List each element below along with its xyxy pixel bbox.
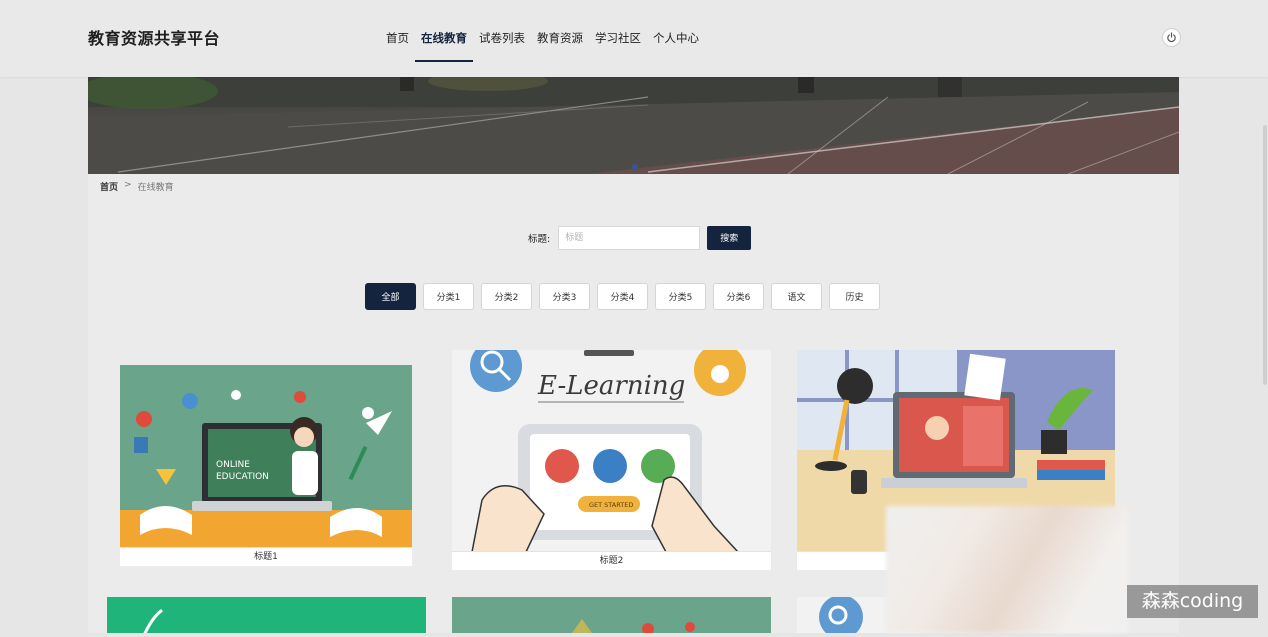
category-6[interactable]: 分类6 — [713, 283, 764, 310]
breadcrumb: 首页 > 在线教育 — [100, 180, 174, 193]
video-watermark: 森森coding — [1127, 585, 1258, 618]
category-chinese[interactable]: 语文 — [771, 283, 822, 310]
breadcrumb-home[interactable]: 首页 — [100, 180, 118, 193]
course-card[interactable]: ONLINE EDUCATION 标题1 — [120, 365, 412, 566]
course-card[interactable]: E-Learning GET STARTED 标题2 — [452, 350, 771, 570]
category-all[interactable]: 全部 — [365, 283, 416, 310]
breadcrumb-current: 在线教育 — [137, 183, 174, 193]
course-card[interactable] — [107, 597, 426, 635]
category-1[interactable]: 分类1 — [423, 283, 474, 310]
nav-exam-list[interactable]: 试卷列表 — [473, 0, 531, 77]
search-button[interactable]: 搜索 — [707, 225, 752, 250]
breadcrumb-separator: > — [124, 180, 132, 190]
course-thumbnail — [572, 619, 695, 635]
nav-home[interactable]: 首页 — [380, 0, 415, 77]
search-label: 标题: — [528, 233, 551, 245]
category-3[interactable]: 分类3 — [539, 283, 590, 310]
scrollbar-thumb[interactable] — [1263, 125, 1267, 385]
hero-banner-image — [88, 77, 1179, 174]
course-thumbnail — [143, 609, 163, 635]
top-navbar: 教育资源共享平台 首页 在线教育 试卷列表 教育资源 学习社区 个人中心 — [0, 0, 1268, 77]
power-icon — [1167, 32, 1176, 43]
category-5[interactable]: 分类5 — [655, 283, 706, 310]
nav-user-center[interactable]: 个人中心 — [647, 0, 705, 77]
course-card-title: 标题1 — [120, 547, 412, 566]
category-filter: 全部 分类1 分类2 分类3 分类4 分类5 分类6 语文 历史 — [365, 283, 880, 310]
site-title[interactable]: 教育资源共享平台 — [88, 25, 220, 49]
nav-online-education[interactable]: 在线教育 — [415, 0, 473, 77]
category-4[interactable]: 分类4 — [597, 283, 648, 310]
main-nav: 首页 在线教育 试卷列表 教育资源 学习社区 个人中心 — [380, 0, 705, 77]
thumbnail-text-get-started: GET STARTED — [589, 501, 633, 509]
search-input[interactable] — [558, 225, 701, 250]
blurred-overlay — [886, 506, 1128, 633]
thumbnail-text-elearning: E-Learning — [537, 371, 685, 401]
logout-button[interactable] — [1162, 28, 1181, 47]
nav-edu-resources[interactable]: 教育资源 — [531, 0, 589, 77]
category-2[interactable]: 分类2 — [481, 283, 532, 310]
thumbnail-text-education: EDUCATION — [216, 472, 269, 482]
course-thumbnail: ONLINE EDUCATION — [120, 365, 412, 548]
thumbnail-text-online: ONLINE — [216, 460, 250, 470]
search-bar: 标题: 搜索 — [528, 225, 752, 250]
nav-community[interactable]: 学习社区 — [589, 0, 647, 77]
course-card-title: 标题2 — [452, 551, 771, 570]
course-card[interactable] — [452, 597, 771, 635]
course-thumbnail: E-Learning GET STARTED — [452, 350, 771, 552]
category-history[interactable]: 历史 — [829, 283, 880, 310]
